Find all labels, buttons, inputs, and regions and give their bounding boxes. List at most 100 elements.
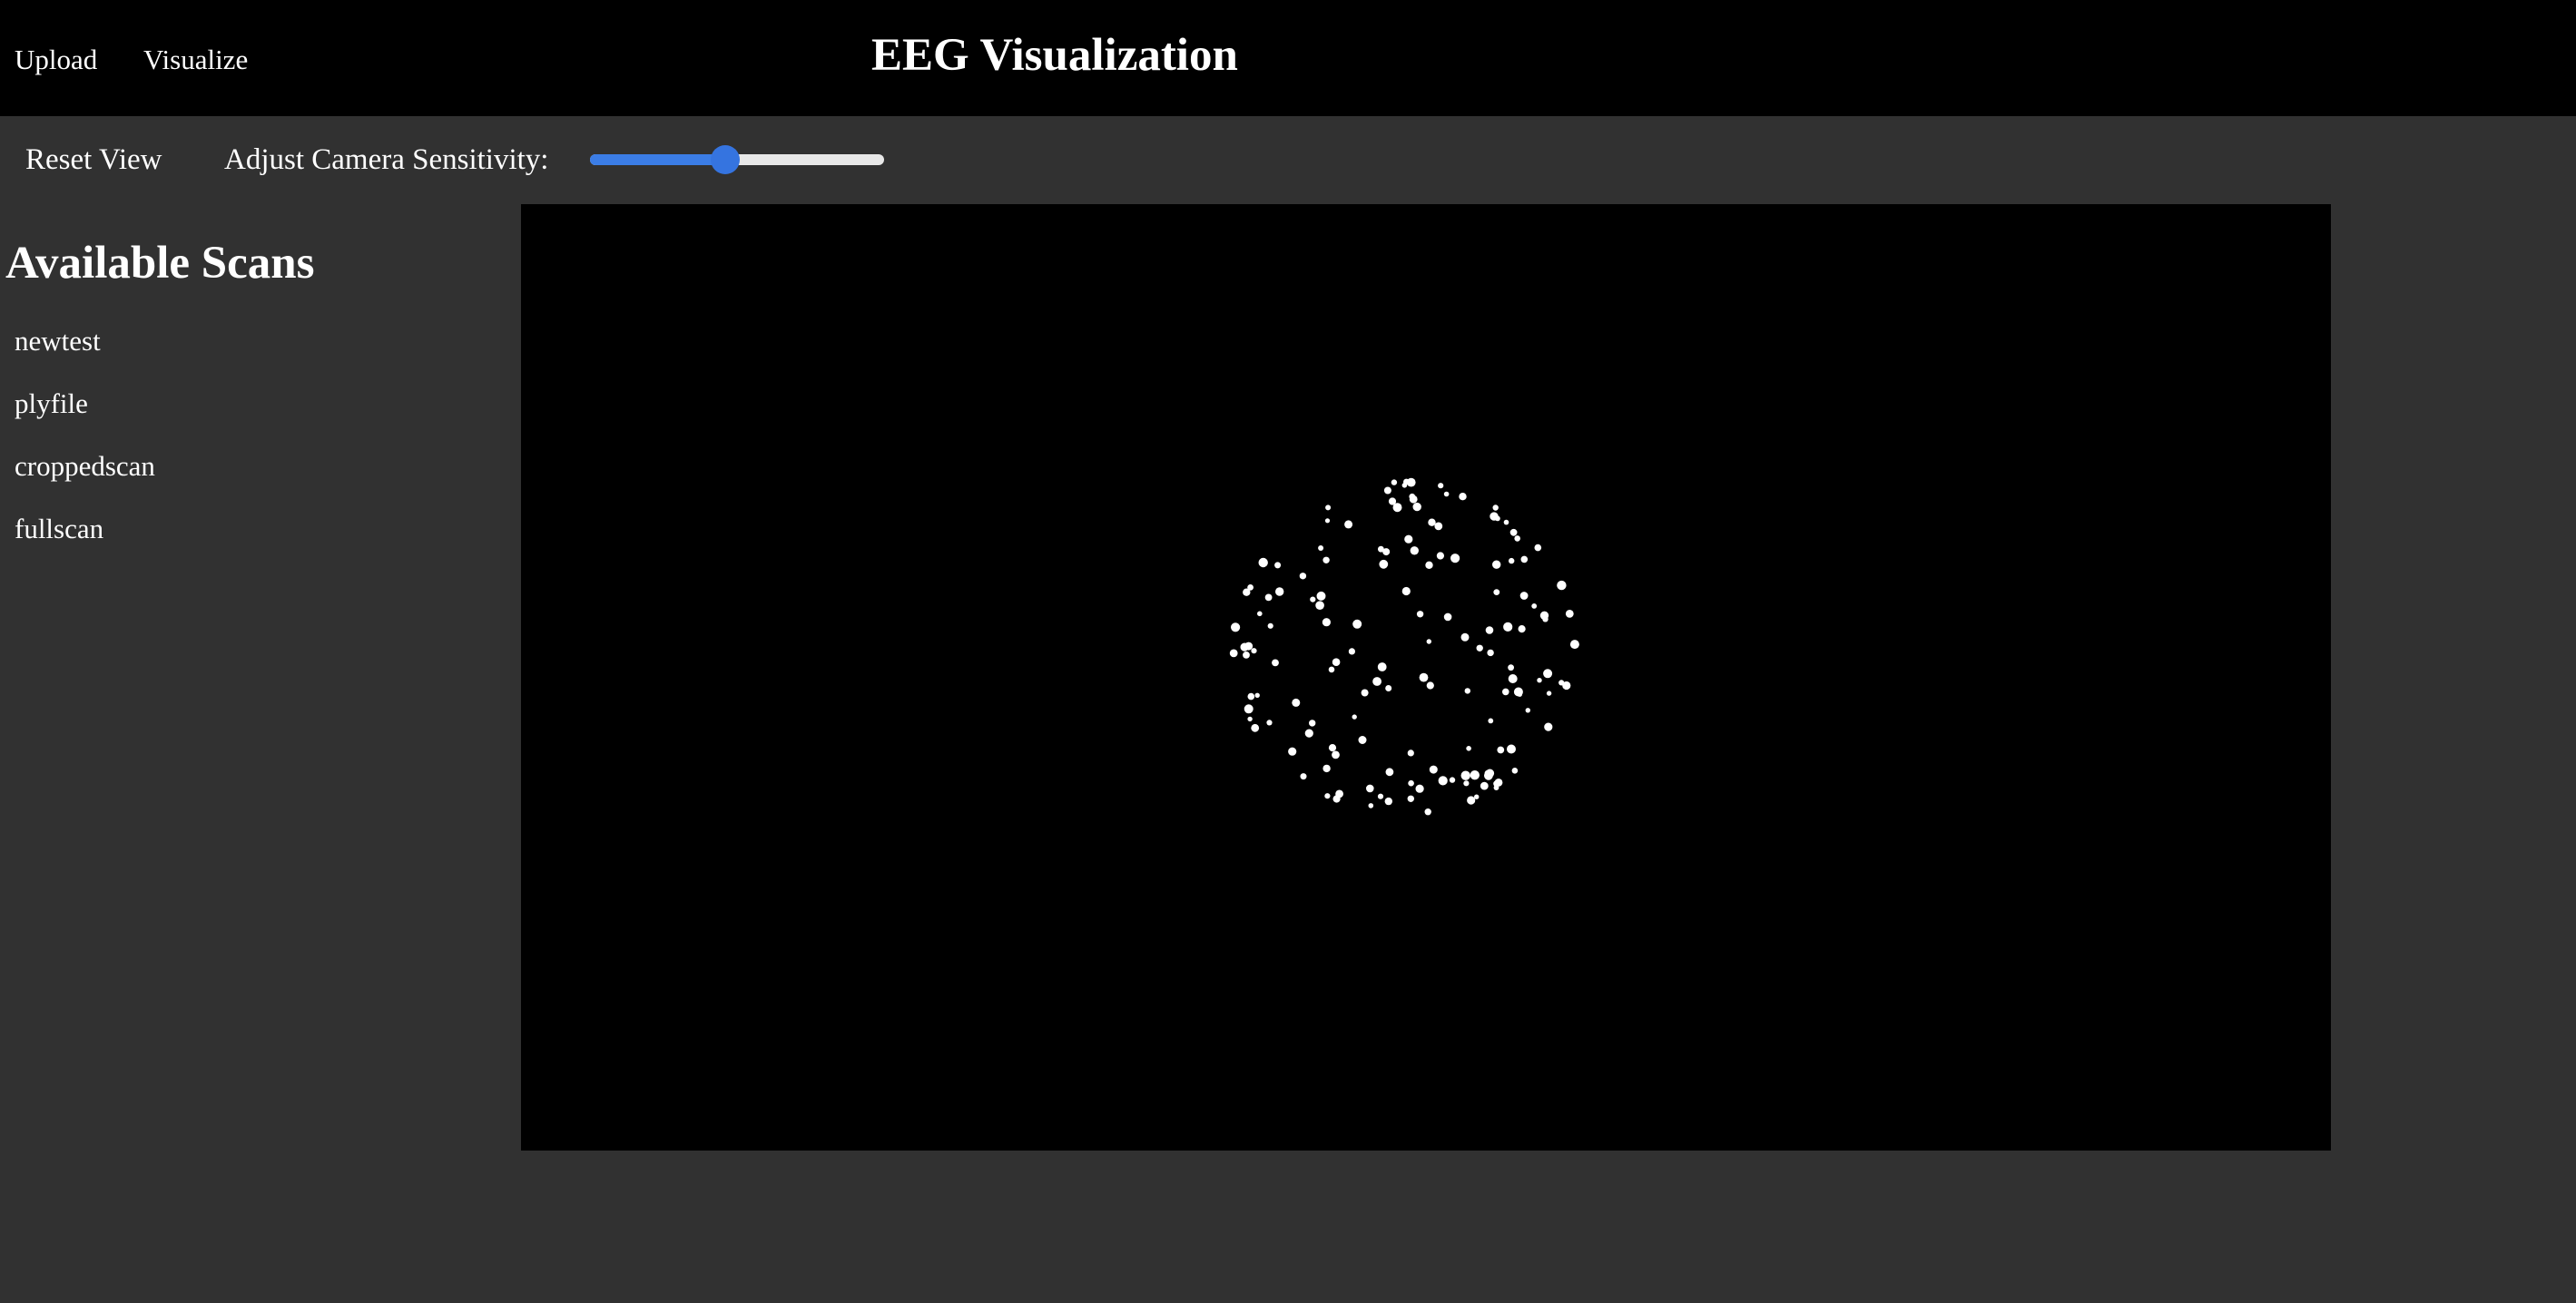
3d-viewer-canvas[interactable] [521, 204, 2331, 1151]
point-cloud-point [1332, 795, 1341, 803]
point-cloud-point [1378, 545, 1384, 553]
point-cloud-point [1487, 649, 1494, 657]
point-cloud-point [1408, 779, 1414, 787]
point-cloud-point [1244, 642, 1254, 651]
point-cloud-point [1502, 688, 1509, 696]
point-cloud-point [1419, 672, 1429, 682]
point-cloud-point [1466, 746, 1471, 751]
point-cloud-point [1438, 776, 1448, 786]
point-cloud-point [1412, 502, 1421, 512]
scan-item-fullscan[interactable]: fullscan [0, 505, 155, 568]
point-cloud-point [1325, 505, 1332, 511]
point-cloud [1229, 477, 1579, 816]
point-cloud-point [1318, 545, 1324, 551]
point-cloud-point [1518, 625, 1526, 633]
point-cloud-point [1474, 794, 1480, 799]
point-cloud-point [1464, 688, 1471, 694]
point-cloud-point [1344, 520, 1353, 529]
point-cloud-point [1407, 795, 1414, 802]
point-cloud-point [1322, 618, 1331, 627]
point-cloud-point [1537, 678, 1542, 683]
slider-thumb[interactable] [711, 145, 741, 174]
point-cloud-point [1275, 587, 1284, 596]
point-cloud-point [1372, 677, 1381, 686]
point-cloud-point [1434, 522, 1443, 531]
point-cloud-point [1247, 716, 1253, 722]
point-cloud-point [1272, 659, 1279, 667]
point-cloud-point [1509, 557, 1515, 564]
point-cloud-point [1508, 664, 1514, 671]
point-cloud-point [1463, 780, 1470, 787]
point-cloud-point [1231, 622, 1241, 632]
point-cloud-point [1254, 692, 1260, 698]
point-cloud-point [1436, 552, 1444, 560]
point-cloud-point [1392, 503, 1402, 513]
point-cloud-point [1562, 681, 1571, 691]
point-cloud-point [1546, 691, 1552, 696]
point-cloud-point [1443, 612, 1452, 622]
point-cloud-point [1324, 518, 1331, 524]
point-cloud-point [1328, 666, 1335, 673]
point-cloud-point [1531, 603, 1538, 609]
nav-upload-link[interactable]: Upload [15, 40, 97, 80]
point-cloud-point [1525, 708, 1531, 713]
point-cloud-point [1476, 644, 1483, 652]
point-cloud-point [1315, 601, 1324, 610]
point-cloud-point [1243, 652, 1250, 659]
point-cloud-point [1493, 589, 1500, 595]
point-cloud-point [1292, 698, 1301, 707]
scan-item-newtest[interactable]: newtest [0, 318, 155, 380]
point-cloud-point [1379, 559, 1389, 569]
point-cloud-point [1511, 768, 1519, 774]
sidebar-title: Available Scans [5, 238, 315, 289]
point-cloud-point [1488, 718, 1494, 724]
point-cloud-point [1401, 483, 1408, 488]
point-cloud-point [1426, 639, 1431, 644]
point-cloud-point [1322, 764, 1331, 773]
point-cloud-point [1368, 803, 1374, 808]
point-cloud-point [1377, 662, 1387, 671]
point-cloud-point [1247, 584, 1254, 591]
scan-item-plyfile[interactable]: plyfile [0, 380, 155, 443]
point-cloud-point [1438, 483, 1444, 489]
slider-fill [590, 154, 726, 165]
nav-visualize-link[interactable]: Visualize [143, 40, 248, 80]
point-cloud-point [1328, 744, 1337, 752]
point-cloud-point [1467, 796, 1476, 805]
app-title: EEG Visualization [871, 30, 1238, 81]
point-cloud-point [1247, 692, 1255, 700]
point-cloud-point [1348, 648, 1355, 655]
point-cloud-point [1416, 611, 1424, 618]
point-cloud-point [1509, 528, 1518, 536]
point-cloud-point [1407, 749, 1414, 757]
point-cloud-point [1492, 560, 1501, 569]
point-cloud-point [1559, 583, 1566, 589]
point-cloud-point [1391, 479, 1398, 485]
point-cloud-point [1443, 491, 1450, 497]
point-cloud-point [1565, 610, 1574, 618]
point-cloud-point [1424, 808, 1431, 816]
point-cloud-point [1503, 622, 1513, 632]
point-cloud-point [1450, 554, 1460, 563]
point-cloud-point [1352, 714, 1357, 720]
point-cloud-point [1494, 779, 1503, 787]
point-cloud-point [1534, 544, 1542, 552]
camera-sensitivity-slider[interactable] [590, 143, 884, 176]
point-cloud-point [1480, 781, 1489, 790]
point-cloud-point [1266, 720, 1273, 726]
point-cloud-point [1485, 626, 1494, 634]
top-nav-bar: Upload Visualize EEG Visualization [0, 0, 2576, 116]
point-cloud-point [1251, 648, 1257, 654]
point-cloud-point [1358, 736, 1367, 744]
scan-item-croppedscan[interactable]: croppedscan [0, 443, 155, 505]
point-cloud-point [1264, 593, 1273, 602]
point-cloud-point [1404, 534, 1413, 544]
reset-view-button[interactable]: Reset View [11, 138, 176, 181]
point-cloud-point [1274, 562, 1282, 569]
point-cloud-point [1514, 535, 1520, 542]
scan-list: newtest plyfile croppedscan fullscan [0, 318, 155, 568]
point-cloud-point [1460, 632, 1470, 642]
point-cloud-point [1383, 486, 1391, 495]
point-cloud-point [1385, 685, 1392, 691]
point-cloud-point [1429, 765, 1438, 774]
